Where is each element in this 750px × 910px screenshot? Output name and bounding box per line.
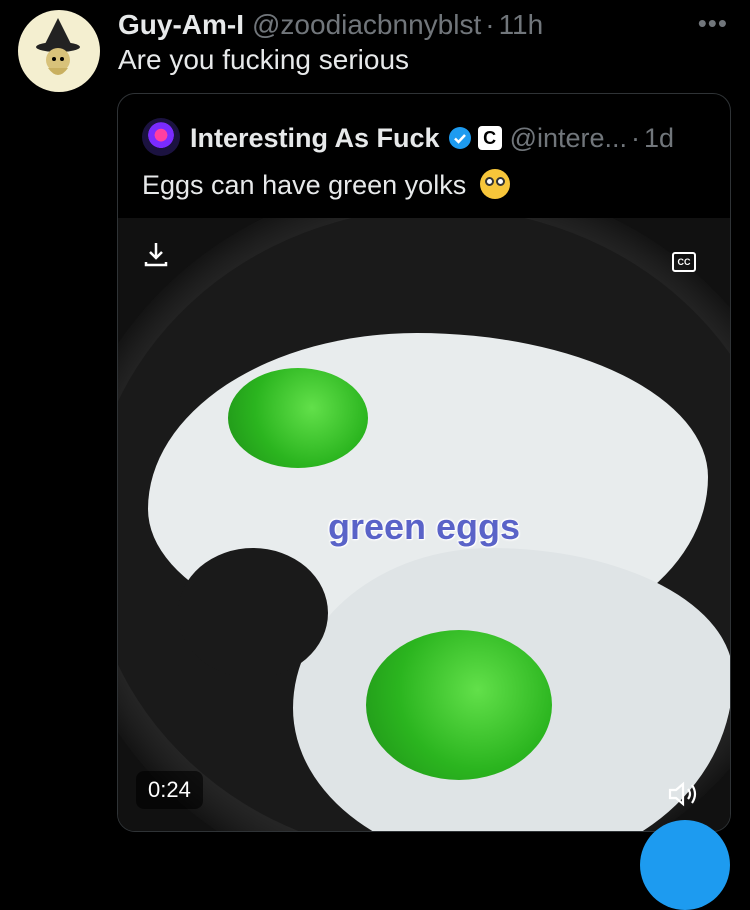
video-player[interactable]: green eggs CC 0:24: [118, 218, 730, 831]
download-icon[interactable]: [140, 238, 172, 270]
separator-dot: ·: [631, 122, 641, 153]
green-yolk: [228, 368, 368, 468]
video-duration: 0:24: [136, 771, 203, 809]
captions-button[interactable]: CC: [672, 252, 696, 272]
quoted-text: Eggs can have green yolks: [142, 169, 510, 201]
more-dots-icon[interactable]: •••: [698, 8, 728, 39]
author-handle[interactable]: @zoodiacbnnyblst: [252, 9, 481, 41]
quoted-text-body: Eggs can have green yolks: [142, 170, 467, 200]
author-name[interactable]: Guy-Am-I: [118, 9, 244, 41]
quoted-header: Interesting As Fuck C @intere... · 1d: [190, 120, 718, 156]
quoted-author-name[interactable]: Interesting As Fuck: [190, 123, 440, 154]
flushed-face-emoji: [479, 169, 510, 199]
volume-icon[interactable]: [666, 779, 700, 809]
compose-fab-button[interactable]: [640, 820, 730, 910]
quoted-time[interactable]: 1d: [644, 123, 674, 154]
separator-dot: ·: [485, 9, 495, 40]
verified-badge-icon: [448, 127, 471, 149]
wizard-hat-icon: [36, 18, 80, 75]
tweet-time[interactable]: 11h: [499, 9, 544, 41]
tweet-text: Are you fucking serious: [118, 44, 410, 75]
quoted-avatar[interactable]: [142, 118, 180, 156]
quoted-handle[interactable]: @intere...: [510, 123, 627, 154]
tweet-header: Guy-Am-I @zoodiacbnnyblst · 11h: [118, 8, 730, 42]
green-yolk: [366, 630, 552, 780]
user-avatar[interactable]: [18, 10, 100, 92]
quoted-tweet[interactable]: Interesting As Fuck C @intere... · 1d Eg…: [117, 93, 731, 832]
affiliate-badge: C: [477, 126, 502, 150]
video-caption-overlay: green eggs: [327, 506, 521, 547]
pan-gap: [178, 548, 328, 678]
